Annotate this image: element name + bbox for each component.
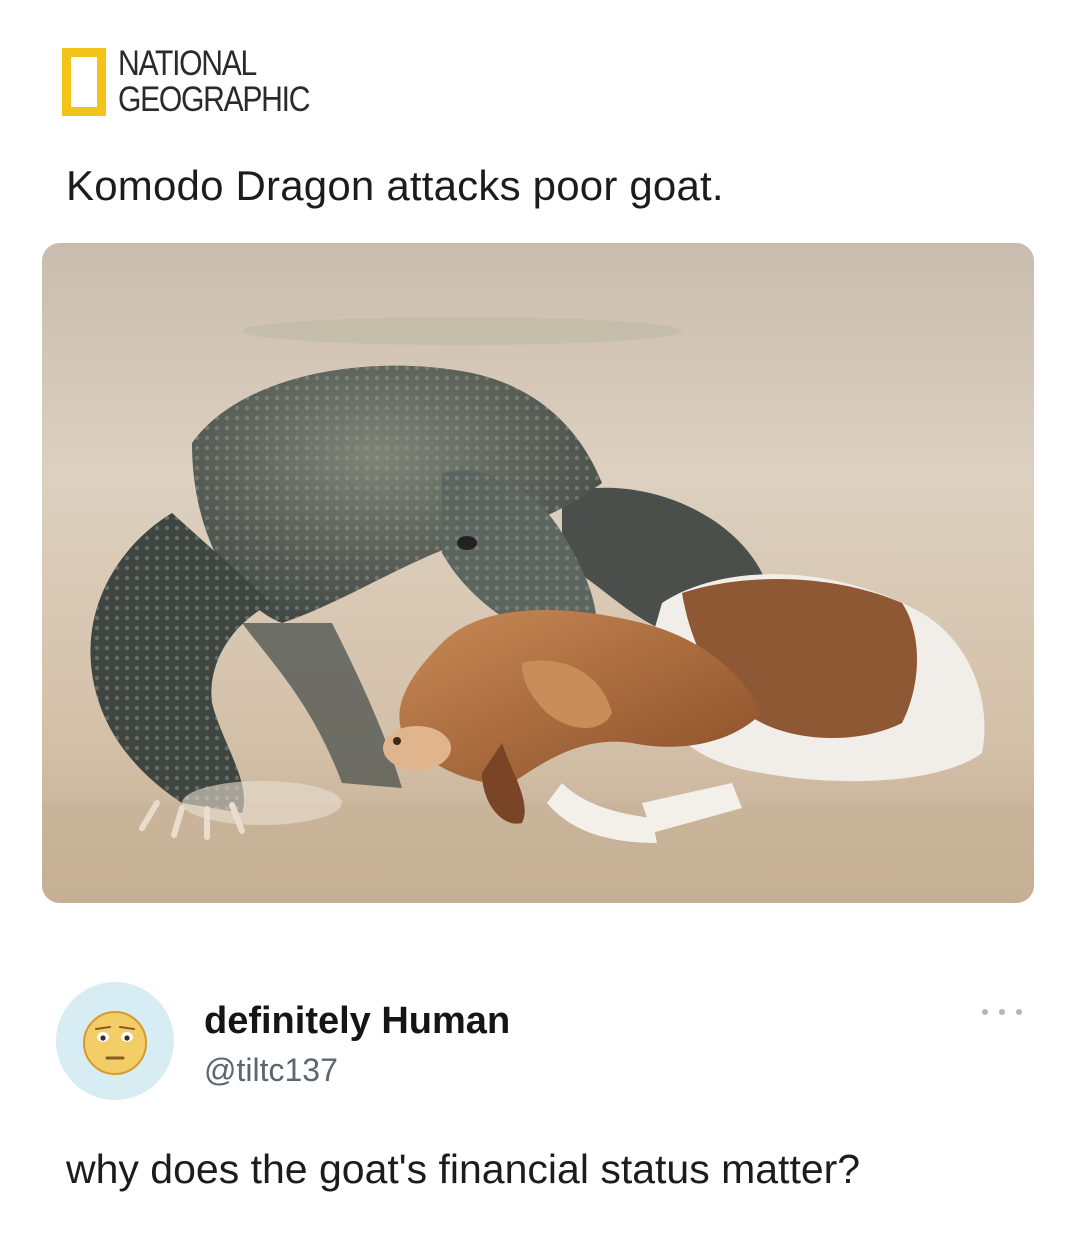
user-handle[interactable]: @tiltc137	[204, 1052, 510, 1088]
meme-post: NATIONAL GEOGRAPHIC Komodo Dragon attack…	[0, 0, 1080, 1247]
komodo-goat-image	[42, 243, 1034, 903]
more-dots-icon[interactable]	[982, 1004, 1022, 1020]
display-name[interactable]: definitely Human	[204, 1000, 510, 1042]
national-geographic-logo: NATIONAL GEOGRAPHIC	[62, 46, 340, 118]
reply-text: why does the goat's financial status mat…	[66, 1146, 861, 1192]
logo-wordmark: NATIONAL GEOGRAPHIC	[118, 44, 310, 119]
post-headline: Komodo Dragon attacks poor goat.	[66, 162, 724, 209]
logo-line-1: NATIONAL	[118, 44, 257, 83]
dot	[999, 1009, 1005, 1015]
yellow-frame-icon	[62, 48, 106, 116]
avatar[interactable]	[56, 982, 174, 1100]
dot	[982, 1009, 988, 1015]
logo-line-2: GEOGRAPHIC	[118, 80, 310, 119]
reply-user-info: definitely Human @tiltc137	[204, 1000, 510, 1088]
post-photo[interactable]	[42, 243, 1034, 903]
dot	[1016, 1009, 1022, 1015]
face-emoji-icon	[83, 1011, 147, 1075]
